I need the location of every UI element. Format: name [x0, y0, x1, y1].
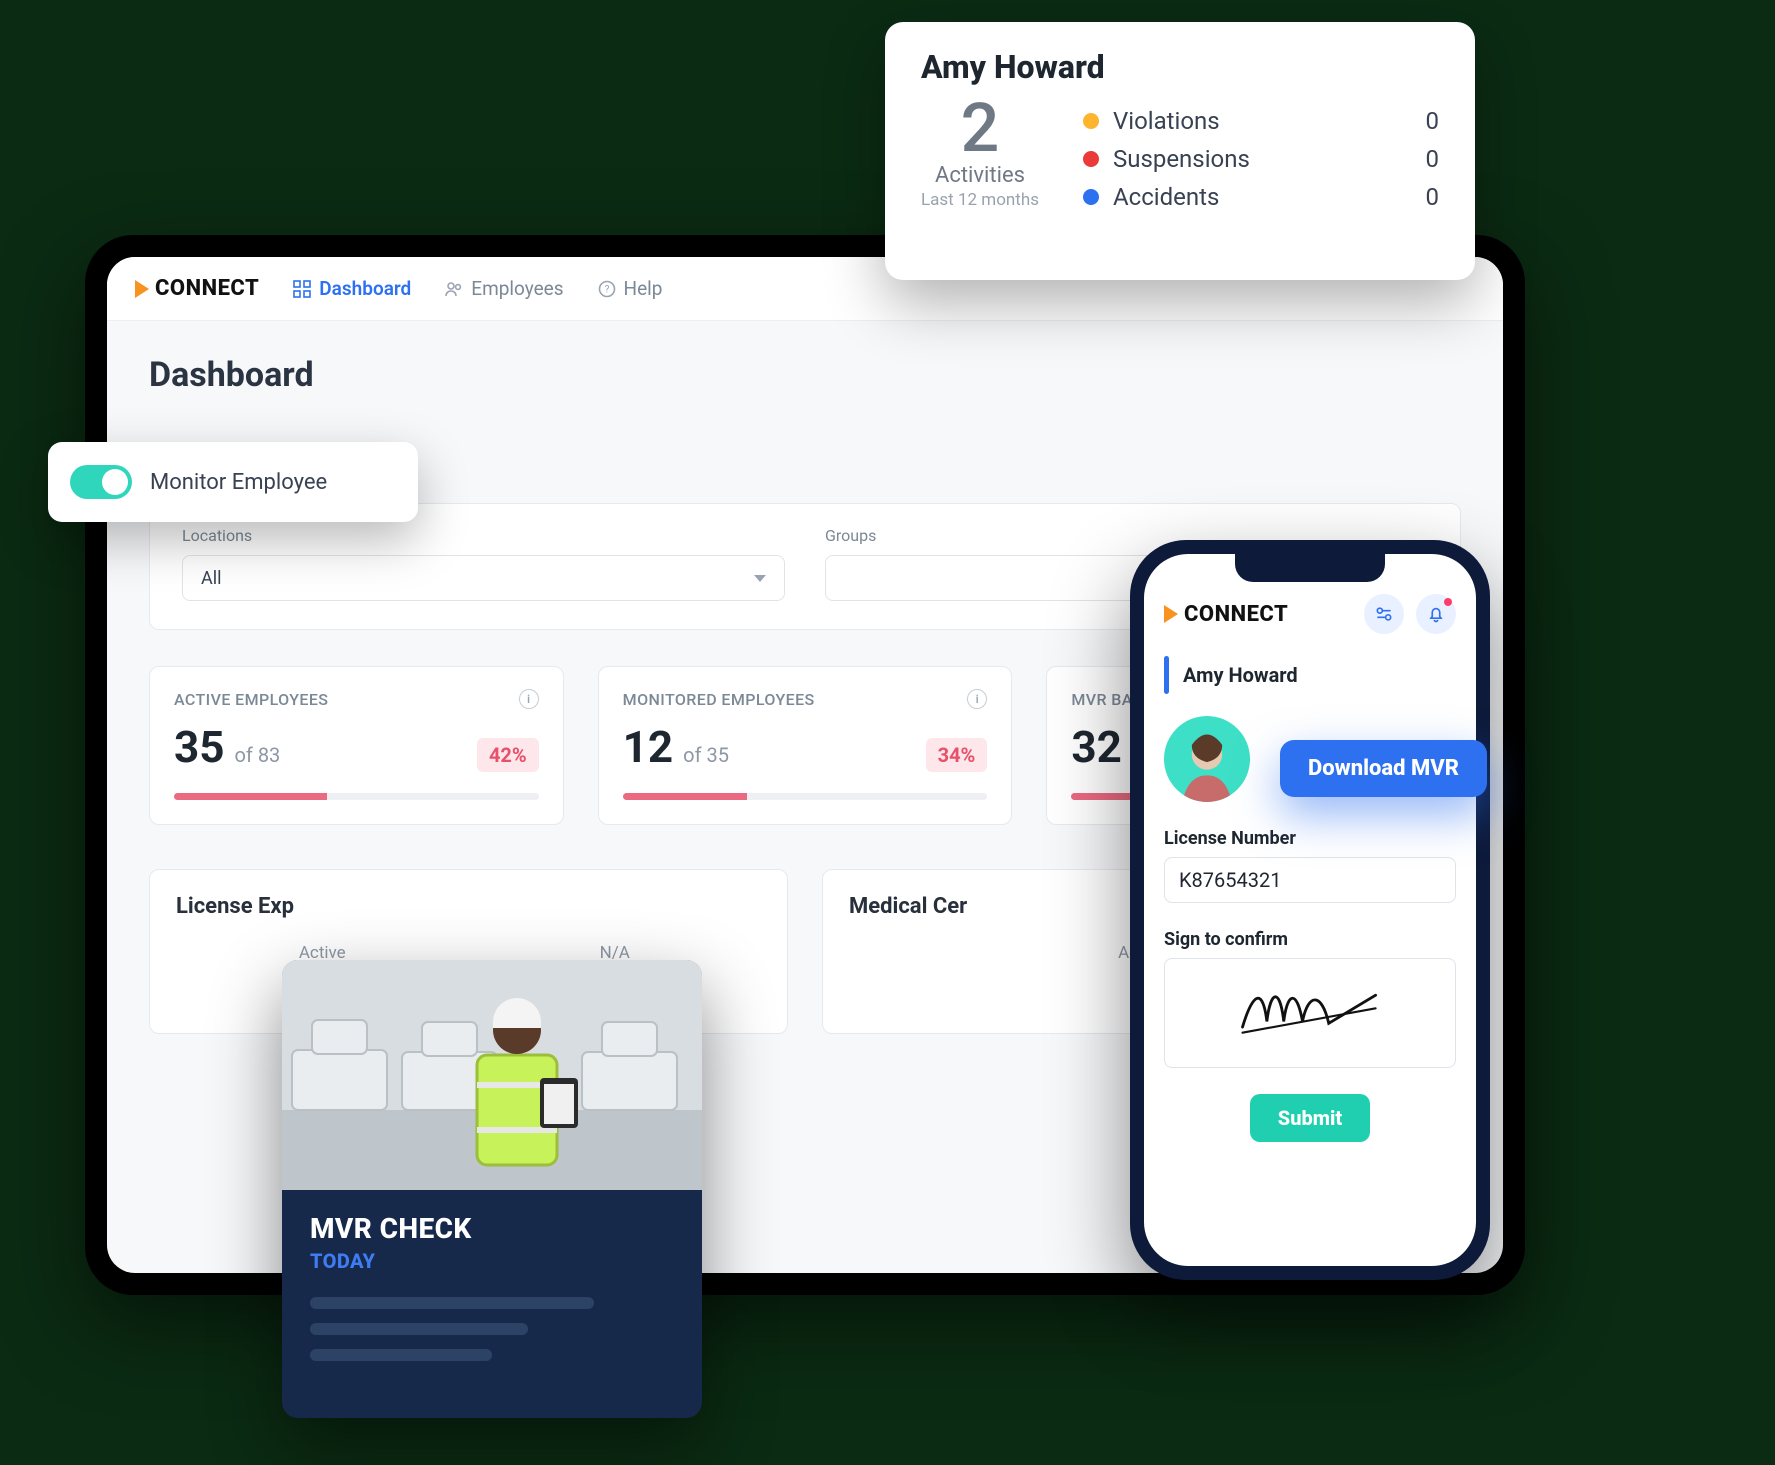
stat-value: 35 — [174, 721, 225, 773]
sliders-icon — [1374, 604, 1394, 624]
avatar — [1164, 716, 1250, 802]
info-icon[interactable]: i — [519, 689, 539, 709]
nav-employees[interactable]: Employees — [445, 277, 563, 300]
nav-help[interactable]: ? Help — [598, 277, 663, 300]
activity-row-accidents: Accidents 0 — [1083, 178, 1439, 216]
activities-person-name: Amy Howard — [921, 48, 1439, 86]
locations-select[interactable]: All — [182, 555, 785, 601]
nav-dashboard[interactable]: Dashboard — [293, 277, 411, 300]
activities-summary: 2 Activities Last 12 months — [921, 96, 1039, 210]
stat-active-employees[interactable]: ACTIVE EMPLOYEES i 35 of 83 42% — [149, 666, 564, 825]
license-number-label: License Number — [1164, 828, 1456, 849]
notification-dot-icon — [1444, 598, 1452, 606]
stat-percent-badge: 34% — [926, 738, 988, 772]
mvr-placeholder-lines — [310, 1297, 674, 1361]
stat-percent-badge: 42% — [477, 738, 539, 772]
settings-button[interactable] — [1364, 594, 1404, 634]
mvr-title: MVR CHECK — [310, 1212, 674, 1245]
activities-card: Amy Howard 2 Activities Last 12 months V… — [885, 22, 1475, 280]
signature-icon — [1235, 978, 1385, 1048]
activity-row-violations: Violations 0 — [1083, 102, 1439, 140]
chevron-down-icon — [754, 575, 766, 582]
stat-value: 32 — [1071, 721, 1122, 773]
mvr-photo — [282, 960, 702, 1190]
mvr-subtitle: TODAY — [310, 1249, 674, 1273]
download-mvr-button[interactable]: Download MVR — [1280, 740, 1487, 797]
dot-icon — [1083, 189, 1099, 205]
stat-of: of 83 — [235, 743, 281, 767]
help-icon: ? — [598, 280, 616, 298]
activities-period: Last 12 months — [921, 190, 1039, 210]
mvr-check-card: MVR CHECK TODAY — [282, 960, 702, 1418]
activities-list: Violations 0 Suspensions 0 Accidents 0 — [1083, 96, 1439, 216]
submit-button[interactable]: Submit — [1250, 1094, 1370, 1142]
info-title: License Exp — [176, 894, 761, 919]
activity-label: Suspensions — [1113, 145, 1250, 173]
brand-logo: CONNECT — [135, 276, 259, 301]
svg-text:?: ? — [604, 284, 609, 295]
people-icon — [445, 280, 463, 298]
activity-label: Violations — [1113, 107, 1220, 135]
phone-tab[interactable]: Amy Howard — [1164, 656, 1456, 694]
phone-topbar: CONNECT — [1164, 594, 1456, 634]
page-title: Dashboard — [107, 321, 1503, 413]
activity-label: Accidents — [1113, 183, 1219, 211]
grid-icon — [293, 280, 311, 298]
dot-icon — [1083, 151, 1099, 167]
license-number-value: K87654321 — [1179, 868, 1281, 892]
phone-notch — [1235, 554, 1385, 582]
activity-value: 0 — [1426, 145, 1440, 173]
dot-icon — [1083, 113, 1099, 129]
stat-value: 12 — [623, 721, 674, 773]
phone-screen: CONNECT Amy Howard Licen — [1144, 554, 1476, 1266]
monitor-employee-card: Monitor Employee — [48, 442, 418, 522]
stat-of: of 35 — [683, 743, 729, 767]
filter-locations: Locations All — [182, 526, 785, 601]
stat-title: ACTIVE EMPLOYEES — [174, 690, 328, 709]
phone-tab-label: Amy Howard — [1183, 663, 1298, 687]
filter-locations-label: Locations — [182, 526, 785, 545]
license-number-input[interactable]: K87654321 — [1164, 857, 1456, 903]
tab-indicator — [1164, 656, 1169, 694]
stat-monitored-employees[interactable]: MONITORED EMPLOYEES i 12 of 35 34% — [598, 666, 1013, 825]
activity-value: 0 — [1426, 183, 1440, 211]
notifications-button[interactable] — [1416, 594, 1456, 634]
locations-value: All — [201, 568, 222, 589]
signature-pad[interactable] — [1164, 958, 1456, 1068]
info-icon[interactable]: i — [967, 689, 987, 709]
brand-text: CONNECT — [155, 276, 259, 301]
nav-dashboard-label: Dashboard — [319, 277, 411, 300]
stat-title: MONITORED EMPLOYEES — [623, 690, 815, 709]
phone-frame: CONNECT Amy Howard Licen — [1130, 540, 1490, 1280]
sign-label: Sign to confirm — [1164, 929, 1456, 950]
activity-row-suspensions: Suspensions 0 — [1083, 140, 1439, 178]
logo-chevron-icon — [135, 280, 149, 298]
stat-bar — [623, 793, 988, 800]
phone-brand-text: CONNECT — [1184, 602, 1288, 627]
nav-employees-label: Employees — [471, 277, 563, 300]
monitor-toggle[interactable] — [70, 465, 132, 499]
bell-icon — [1426, 604, 1446, 624]
activities-count-label: Activities — [921, 163, 1039, 188]
nav-help-label: Help — [624, 277, 663, 300]
stat-bar — [174, 793, 539, 800]
activities-count: 2 — [921, 96, 1039, 161]
phone-brand: CONNECT — [1164, 602, 1288, 627]
activity-value: 0 — [1426, 107, 1440, 135]
logo-chevron-icon — [1164, 605, 1178, 623]
monitor-toggle-label: Monitor Employee — [150, 470, 327, 495]
